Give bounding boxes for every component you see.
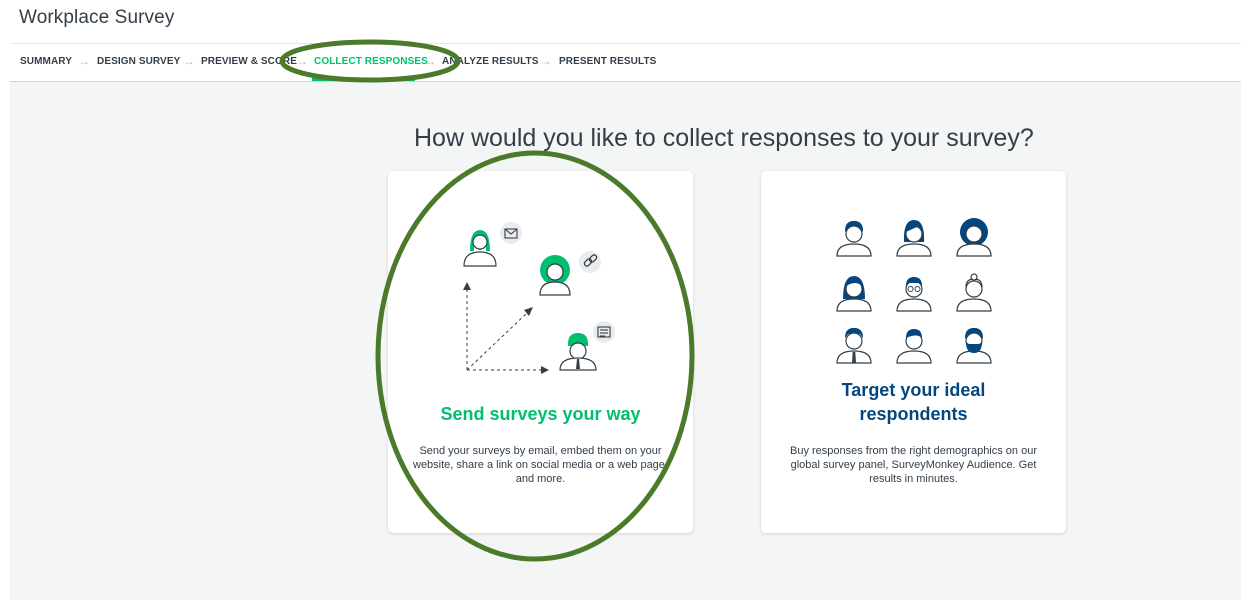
person-icon [463,230,497,267]
person-icon [836,221,872,257]
person-icon [896,220,932,257]
tab-preview-score[interactable]: PREVIEW & SCORE [201,56,297,67]
person-icon [559,333,597,371]
arrow-right-icon: → [424,54,436,68]
send-surveys-description: Send your surveys by email, embed them o… [413,445,668,485]
send-surveys-illustration [463,222,615,374]
survey-title: Workplace Survey [19,7,175,28]
audience-illustration [836,218,992,364]
send-surveys-card[interactable]: Send surveys your way Send your surveys … [388,171,693,533]
target-respondents-description: Buy responses from the right demographic… [789,445,1038,485]
person-icon [956,328,992,364]
tab-summary[interactable]: SUMMARY [20,56,72,67]
person-icon [956,273,992,312]
tab-analyze-results[interactable]: ANALYZE RESULTS [442,56,539,67]
person-icon [836,328,872,364]
arrow-right-icon: → [296,54,308,68]
person-icon [896,329,932,364]
person-icon [956,218,992,257]
page-question: How would you like to collect responses … [414,124,1034,152]
tab-present-results[interactable]: PRESENT RESULTS [559,56,656,67]
person-icon [896,277,932,312]
arrow-right-icon: → [540,54,552,68]
active-tab-indicator [312,78,415,81]
person-icon [539,255,571,296]
send-surveys-title: Send surveys your way [440,404,641,424]
arrow-right-icon: → [183,54,195,68]
person-icon [836,276,872,312]
arrow-right-icon: → [78,54,90,68]
tab-design-survey[interactable]: DESIGN SURVEY [97,56,180,67]
target-respondents-title: Target your ideal respondents [841,380,986,424]
tab-collect-responses[interactable]: COLLECT RESPONSES [314,56,428,67]
target-respondents-card[interactable]: Target your ideal respondents Buy respon… [761,171,1066,533]
step-navigation: SUMMARY → DESIGN SURVEY → PREVIEW & SCOR… [10,44,1241,82]
